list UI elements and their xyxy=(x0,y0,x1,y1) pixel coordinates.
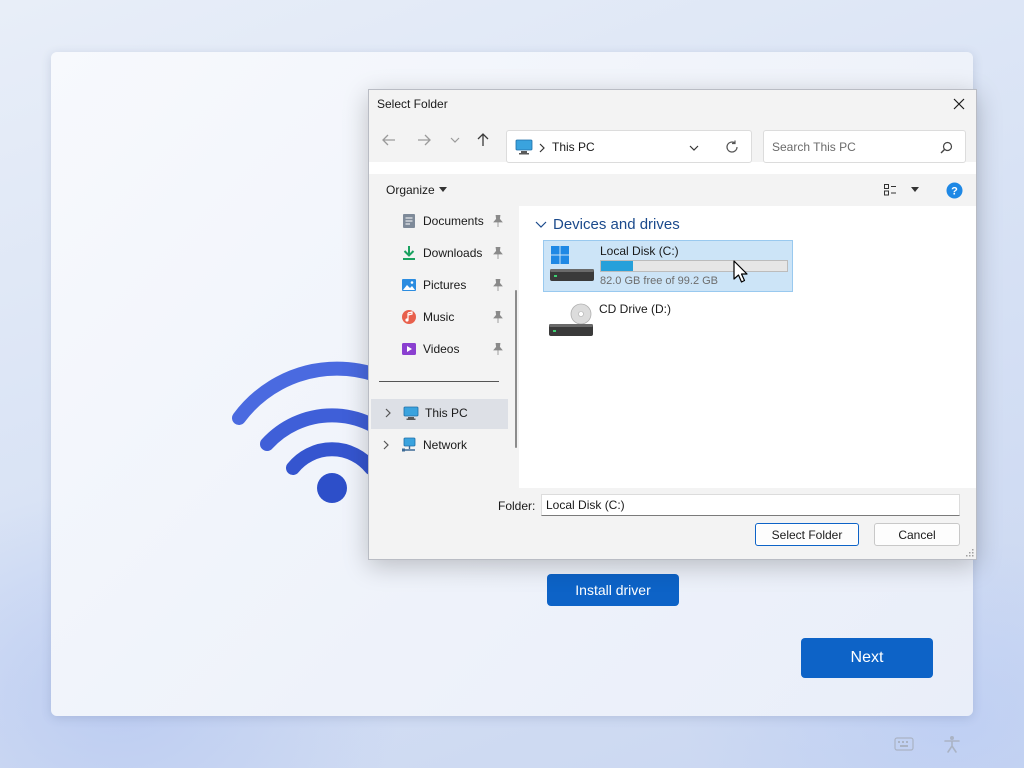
nav-item-label: Videos xyxy=(423,342,460,356)
pin-icon[interactable] xyxy=(493,215,503,227)
nav-item-label: Pictures xyxy=(423,278,467,292)
resize-grip-icon[interactable] xyxy=(964,547,974,557)
address-text: This PC xyxy=(552,140,595,154)
close-button[interactable] xyxy=(942,90,976,118)
cancel-button[interactable]: Cancel xyxy=(874,523,960,546)
organize-label: Organize xyxy=(386,183,435,197)
nav-item-label: Music xyxy=(423,310,455,324)
dialog-title: Select Folder xyxy=(377,97,448,111)
nav-item-label: Downloads xyxy=(423,246,483,260)
view-options-button[interactable] xyxy=(884,184,919,196)
select-folder-dialog: Select Folder This PC Search This PC Org… xyxy=(368,89,977,560)
this-pc-icon xyxy=(515,139,533,155)
accessibility-icon[interactable] xyxy=(942,734,962,754)
drive-usage-bar xyxy=(600,260,788,272)
network-icon xyxy=(402,437,416,452)
forward-arrow-icon xyxy=(418,134,431,146)
cd-drive-icon xyxy=(549,303,593,336)
search-input[interactable] xyxy=(770,137,930,157)
drive-cd-d[interactable]: CD Drive (D:) xyxy=(543,296,793,348)
pin-icon[interactable] xyxy=(493,343,503,355)
nav-item-label: This PC xyxy=(425,406,468,420)
nav-divider xyxy=(379,381,499,382)
forward-button[interactable] xyxy=(414,130,434,150)
music-icon xyxy=(402,310,416,324)
address-dropdown-icon[interactable] xyxy=(689,143,699,153)
documents-icon xyxy=(403,214,415,228)
nav-item-this-pc[interactable]: This PC xyxy=(371,399,508,429)
pictures-icon xyxy=(402,279,416,291)
nav-item-downloads[interactable]: Downloads xyxy=(369,239,509,267)
pin-icon[interactable] xyxy=(493,247,503,259)
nav-scrollbar[interactable] xyxy=(515,290,517,448)
chevron-down-icon xyxy=(450,137,460,143)
folder-field[interactable] xyxy=(541,494,960,516)
this-pc-icon xyxy=(403,406,419,420)
drive-name: Local Disk (C:) xyxy=(600,244,679,258)
dialog-titlebar: Select Folder xyxy=(369,90,976,118)
svg-text:?: ? xyxy=(951,186,958,198)
up-arrow-icon xyxy=(477,133,489,146)
nav-item-pictures[interactable]: Pictures xyxy=(369,271,509,299)
caret-down-icon xyxy=(438,187,447,192)
nav-item-network[interactable]: Network xyxy=(369,431,509,459)
caret-down-icon xyxy=(911,187,919,192)
drive-free-space: 82.0 GB free of 99.2 GB xyxy=(600,275,719,287)
search-icon xyxy=(940,141,953,154)
drive-local-disk-c[interactable]: Local Disk (C:) 82.0 GB free of 99.2 GB xyxy=(543,240,793,292)
view-layout-icon xyxy=(884,184,896,196)
videos-icon xyxy=(402,343,416,355)
nav-item-label: Documents xyxy=(423,214,484,228)
nav-item-music[interactable]: Music xyxy=(369,303,509,331)
expand-chevron-icon[interactable] xyxy=(381,439,391,451)
expand-chevron-icon[interactable] xyxy=(383,407,393,419)
breadcrumb-chevron-icon xyxy=(539,143,545,153)
pin-icon[interactable] xyxy=(493,311,503,323)
group-header[interactable]: Devices and drives xyxy=(535,216,680,233)
select-folder-button[interactable]: Select Folder xyxy=(755,523,859,546)
address-bar[interactable]: This PC xyxy=(506,130,752,163)
drive-usage-fill xyxy=(601,261,634,271)
up-button[interactable] xyxy=(473,130,493,150)
recent-locations-button[interactable] xyxy=(445,130,465,150)
back-arrow-icon xyxy=(382,134,395,146)
close-icon xyxy=(953,98,965,110)
group-header-label: Devices and drives xyxy=(553,216,680,233)
downloads-icon xyxy=(403,246,415,260)
organize-menu[interactable]: Organize xyxy=(386,183,447,197)
search-box[interactable] xyxy=(763,130,966,163)
help-icon[interactable]: ? xyxy=(946,182,963,199)
back-button[interactable] xyxy=(379,130,399,150)
refresh-icon[interactable] xyxy=(725,140,739,154)
navigation-pane: Documents Downloads Pictures Music Video… xyxy=(369,206,519,488)
navigation-bar: This PC xyxy=(369,118,976,163)
dialog-footer: Folder: Select Folder Cancel xyxy=(369,488,976,559)
nav-item-videos[interactable]: Videos xyxy=(369,335,509,363)
nav-item-documents[interactable]: Documents xyxy=(369,207,509,235)
command-bar: Organize ? xyxy=(369,174,976,206)
collapse-chevron-icon xyxy=(535,221,547,228)
pin-icon[interactable] xyxy=(493,279,503,291)
keyboard-icon[interactable] xyxy=(894,737,914,751)
windows-drive-icon xyxy=(550,246,594,281)
mouse-cursor-icon xyxy=(733,260,748,283)
folder-label: Folder: xyxy=(498,499,536,513)
next-button[interactable]: Next xyxy=(801,638,933,678)
drive-name: CD Drive (D:) xyxy=(599,302,671,316)
content-pane: Devices and drives Local Disk (C:) 82.0 … xyxy=(525,206,976,488)
nav-item-label: Network xyxy=(423,438,468,452)
install-driver-button[interactable]: Install driver xyxy=(547,574,679,606)
